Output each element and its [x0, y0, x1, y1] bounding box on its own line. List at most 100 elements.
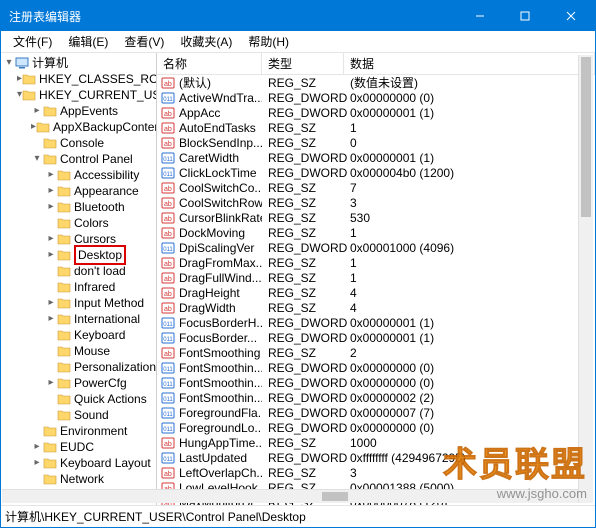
value-row[interactable]: FocusBorderH...REG_DWORD0x00000001 (1) [157, 315, 595, 330]
menu-file[interactable]: 文件(F) [5, 31, 60, 52]
col-data[interactable]: 数据 [344, 53, 595, 74]
value-row[interactable]: CaretWidthREG_DWORD0x00000001 (1) [157, 150, 595, 165]
value-data: 1000 [344, 436, 595, 450]
value-row[interactable]: FontSmoothin...REG_DWORD0x00000000 (0) [157, 375, 595, 390]
value-row[interactable]: ClickLockTimeREG_DWORD0x000004b0 (1200) [157, 165, 595, 180]
value-row[interactable]: FocusBorder...REG_DWORD0x00000001 (1) [157, 330, 595, 345]
expand-toggle[interactable]: ▸ [45, 247, 57, 263]
value-name: ForegroundLo... [179, 421, 262, 435]
tree-item[interactable]: Infrared [1, 279, 156, 295]
tree-item-label: Keyboard [74, 327, 125, 343]
value-row[interactable]: LeftOverlapCh...REG_SZ3 [157, 465, 595, 480]
tree-item[interactable]: Console [1, 135, 156, 151]
tree-item[interactable]: ▸AppXBackupConten [1, 119, 156, 135]
value-row[interactable]: LastUpdatedREG_DWORD0xffffffff (42949672… [157, 450, 595, 465]
regedit-window: 注册表编辑器 文件(F) 编辑(E) 查看(V) 收藏夹(A) 帮助(H) ▾计… [0, 0, 596, 528]
value-row[interactable]: ForegroundFla...REG_DWORD0x00000007 (7) [157, 405, 595, 420]
expand-toggle[interactable]: ▸ [45, 199, 57, 215]
value-row[interactable]: ForegroundLo...REG_DWORD0x00000000 (0) [157, 420, 595, 435]
value-row[interactable]: FontSmoothingREG_SZ2 [157, 345, 595, 360]
menu-help[interactable]: 帮助(H) [240, 31, 297, 52]
value-type: REG_SZ [262, 181, 344, 195]
tree-item[interactable]: ▾HKEY_CURRENT_USER [1, 87, 156, 103]
folder-icon [43, 425, 57, 437]
tree-item[interactable]: ▾Control Panel [1, 151, 156, 167]
menu-edit[interactable]: 编辑(E) [60, 31, 116, 52]
value-row[interactable]: BlockSendInp...REG_SZ0 [157, 135, 595, 150]
tree-item[interactable]: ▸Keyboard Layout [1, 455, 156, 471]
menu-view[interactable]: 查看(V) [116, 31, 172, 52]
tree-item[interactable]: ▸Input Method [1, 295, 156, 311]
string-value-icon [161, 211, 175, 225]
value-row[interactable]: AppAccREG_DWORD0x00000001 (1) [157, 105, 595, 120]
value-name: AppAcc [179, 106, 220, 120]
tree-item[interactable]: ▸Appearance [1, 183, 156, 199]
value-row[interactable]: ActiveWndTra...REG_DWORD0x00000000 (0) [157, 90, 595, 105]
value-row[interactable]: DragFromMax...REG_SZ1 [157, 255, 595, 270]
tree-item[interactable]: Network [1, 471, 156, 487]
tree-item[interactable]: ▸AppEvents [1, 103, 156, 119]
expand-toggle[interactable]: ▾ [31, 151, 43, 167]
maximize-button[interactable] [502, 1, 547, 31]
value-type: REG_SZ [262, 226, 344, 240]
expand-toggle[interactable]: ▸ [45, 375, 57, 391]
tree-item[interactable]: Personalization [1, 359, 156, 375]
tree-item[interactable]: ▸Bluetooth [1, 199, 156, 215]
value-row[interactable]: CursorBlinkRateREG_SZ530 [157, 210, 595, 225]
value-type: REG_SZ [262, 136, 344, 150]
tree-item[interactable]: Environment [1, 423, 156, 439]
values-panel[interactable]: 名称 类型 数据 (默认)REG_SZ(数值未设置)ActiveWndTra..… [157, 53, 595, 505]
expand-toggle[interactable]: ▸ [31, 103, 43, 119]
tree-item[interactable]: ▸International [1, 311, 156, 327]
expand-toggle[interactable]: ▸ [45, 183, 57, 199]
tree-item[interactable]: Quick Actions [1, 391, 156, 407]
binary-value-icon [161, 361, 175, 375]
expand-toggle[interactable]: ▾ [3, 55, 15, 71]
value-row[interactable]: DragHeightREG_SZ4 [157, 285, 595, 300]
value-row[interactable]: FontSmoothin...REG_DWORD0x00000000 (0) [157, 360, 595, 375]
scroll-thumb[interactable] [322, 492, 348, 501]
tree-panel[interactable]: ▾计算机▸HKEY_CLASSES_ROOT▾HKEY_CURRENT_USER… [1, 53, 157, 505]
value-row[interactable]: DragWidthREG_SZ4 [157, 300, 595, 315]
scroll-thumb[interactable] [581, 57, 591, 217]
menu-favorites[interactable]: 收藏夹(A) [172, 31, 240, 52]
folder-icon [57, 361, 71, 373]
tree-item[interactable]: Keyboard [1, 327, 156, 343]
tree-item[interactable]: ▸Desktop [1, 247, 156, 263]
expand-toggle[interactable]: ▸ [31, 455, 43, 471]
value-row[interactable]: DockMovingREG_SZ1 [157, 225, 595, 240]
expand-toggle[interactable]: ▸ [45, 295, 57, 311]
value-row[interactable]: DragFullWind...REG_SZ1 [157, 270, 595, 285]
value-row[interactable]: AutoEndTasksREG_SZ1 [157, 120, 595, 135]
col-type[interactable]: 类型 [262, 53, 344, 74]
tree-item[interactable]: Colors [1, 215, 156, 231]
list-scroll-v[interactable] [578, 55, 593, 503]
title-bar: 注册表编辑器 [1, 1, 595, 31]
expand-toggle[interactable]: ▸ [45, 231, 57, 247]
tree-item[interactable]: ▸PowerCfg [1, 375, 156, 391]
expand-toggle[interactable]: ▸ [45, 167, 57, 183]
tree-item[interactable]: ▸HKEY_CLASSES_ROOT [1, 71, 156, 87]
close-button[interactable] [547, 1, 595, 31]
list-scroll-h[interactable] [2, 489, 579, 503]
expand-toggle[interactable]: ▸ [45, 311, 57, 327]
expand-toggle[interactable]: ▸ [31, 439, 43, 455]
status-bar: 计算机\HKEY_CURRENT_USER\Control Panel\Desk… [1, 505, 595, 527]
value-row[interactable]: FontSmoothin...REG_DWORD0x00000002 (2) [157, 390, 595, 405]
tree-item[interactable]: Mouse [1, 343, 156, 359]
folder-icon [57, 377, 71, 389]
tree-item[interactable]: ▾计算机 [1, 55, 156, 71]
tree-item[interactable]: ▸EUDC [1, 439, 156, 455]
value-type: REG_DWORD [262, 406, 344, 420]
tree-item[interactable]: don't load [1, 263, 156, 279]
value-row[interactable]: CoolSwitchCo...REG_SZ7 [157, 180, 595, 195]
value-row[interactable]: HungAppTime...REG_SZ1000 [157, 435, 595, 450]
tree-item[interactable]: Sound [1, 407, 156, 423]
value-name: HungAppTime... [179, 436, 262, 450]
col-name[interactable]: 名称 [157, 53, 262, 74]
value-row[interactable]: DpiScalingVerREG_DWORD0x00001000 (4096) [157, 240, 595, 255]
tree-item[interactable]: ▸Accessibility [1, 167, 156, 183]
minimize-button[interactable] [457, 1, 502, 31]
value-row[interactable]: CoolSwitchRowsREG_SZ3 [157, 195, 595, 210]
value-row[interactable]: (默认)REG_SZ(数值未设置) [157, 75, 595, 90]
